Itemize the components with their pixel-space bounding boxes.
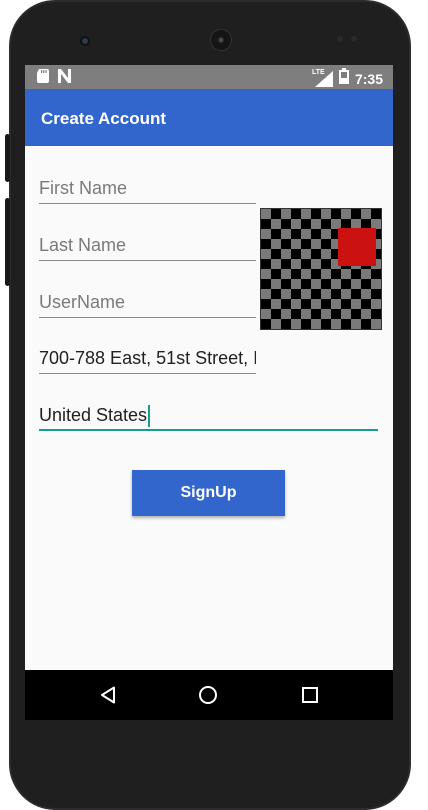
address-field[interactable] [39,344,256,374]
username-field[interactable] [39,288,256,318]
front-camera [80,36,90,46]
signal-icon: LTE [311,68,333,87]
status-bar: LTE 7:35 [25,65,393,89]
country-field[interactable] [39,401,378,431]
network-type-label: LTE [311,68,325,76]
power-button [5,134,10,182]
first-name-input[interactable] [39,174,256,203]
earpiece-speaker [210,29,232,51]
n-notification-icon [57,69,72,88]
phone-frame: LTE 7:35 Create Account First Name Last … [5,0,411,810]
proximity-sensor [337,36,343,42]
address-input[interactable] [39,344,256,373]
home-icon[interactable] [196,683,220,707]
last-name-field[interactable] [39,231,256,261]
light-sensor [351,36,357,42]
page-title: Create Account [41,109,167,128]
battery-icon [338,68,349,89]
status-time: 7:35 [354,70,383,87]
country-input[interactable] [39,401,378,429]
navigation-bar [25,670,393,720]
app-bar: Create Account [25,89,393,146]
volume-button [5,198,10,286]
profile-image[interactable] [260,208,382,330]
text-cursor [148,405,150,427]
recents-icon[interactable] [298,683,322,707]
username-input[interactable] [39,288,256,317]
first-name-field[interactable] [39,174,256,204]
sd-card-icon [37,69,49,88]
last-name-input[interactable] [39,231,256,260]
back-icon[interactable] [96,683,120,707]
image-red-square [338,228,376,266]
screen: LTE 7:35 Create Account First Name Last … [25,65,393,720]
signup-button[interactable]: SignUp [132,470,285,516]
